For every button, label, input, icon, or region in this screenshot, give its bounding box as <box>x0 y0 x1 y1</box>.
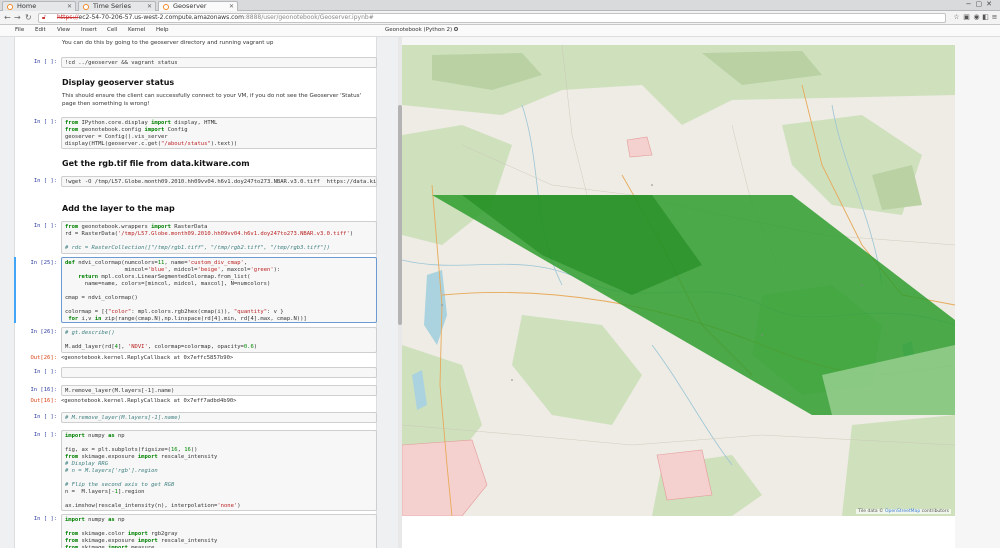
input-prompt: In [ ]: <box>33 432 57 438</box>
code-input[interactable]: !wget -O /tmp/L57.Globe.month09.2010.hh0… <box>61 176 377 187</box>
code-input[interactable]: import numpy as np fig, ax = plt.subplot… <box>61 430 377 511</box>
code-input[interactable]: from geonotebook.wrappers import RasterD… <box>61 221 377 254</box>
input-prompt: In [ ]: <box>33 59 57 65</box>
notebook-panel: You can do this by going to the geoserve… <box>0 37 385 548</box>
input-prompt: In [16]: <box>30 387 58 393</box>
notebook-menubar: File Edit View Insert Cell Kernel Help G… <box>0 25 1000 37</box>
tab-label: Geoserver <box>173 2 207 10</box>
markdown-text: You can do this by going to the geoserve… <box>62 40 274 46</box>
tab-time-series[interactable]: Time Series ✕ <box>78 1 156 11</box>
tab-label: Time Series <box>93 2 131 10</box>
section-heading: Display geoserver status <box>62 78 175 87</box>
url-path: :8888/user/geonotebook/Geoserver.ipynb# <box>243 14 374 21</box>
tab-label: Home <box>17 2 37 10</box>
code-input[interactable] <box>61 367 377 378</box>
kernel-indicator: Geonotebook (Python 2) <box>385 27 459 33</box>
output-text: <geonotebook.kernel.ReplyCallback at 0x7… <box>61 355 234 361</box>
input-prompt: In [ ]: <box>33 414 57 420</box>
browser-menu-icon[interactable]: ≡ <box>990 13 999 22</box>
browser-tab-bar: Home ✕ Time Series ✕ Geoserver ✕ −▢✕ <box>0 0 1000 11</box>
attribution-prefix: Tile data © <box>858 509 884 514</box>
window-controls[interactable]: −▢✕ <box>966 0 996 8</box>
menu-help[interactable]: Help <box>156 27 169 33</box>
tab-geoserver[interactable]: Geoserver ✕ <box>158 1 238 11</box>
extension-icon[interactable]: ◧ <box>981 13 990 22</box>
input-prompt: In [26]: <box>30 329 58 335</box>
code-input[interactable]: # M.remove_layer(M.layers[-1].name) <box>61 412 377 423</box>
geo-map[interactable]: Tile data © OpenStreetMap contributors <box>402 45 955 516</box>
jupyter-favicon-icon <box>83 4 89 10</box>
bookmark-star-icon[interactable]: ☆ <box>952 13 961 22</box>
extension-icon[interactable]: ▣ <box>962 13 971 22</box>
code-input[interactable]: import numpy as np from skimage.color im… <box>61 514 377 548</box>
insecure-lock-icon: 🔓︎ <box>42 14 46 21</box>
output-text: <geonotebook.kernel.ReplyCallback at 0x7… <box>61 398 237 404</box>
menu-cell[interactable]: Cell <box>107 27 117 33</box>
back-icon[interactable]: ← <box>4 13 11 23</box>
menu-edit[interactable]: Edit <box>35 27 46 33</box>
url-field[interactable]: 🔓︎ https://ec2-54-70-206-57.us-west-2.com… <box>38 13 946 23</box>
output-prompt: Out[16]: <box>30 398 58 404</box>
input-prompt: In [ ]: <box>33 223 57 229</box>
markdown-text: This should ensure the client can succes… <box>62 93 362 107</box>
attribution-suffix: contributors <box>921 509 949 514</box>
code-input[interactable]: M.remove_layer(M.layers[-1].name) <box>61 385 377 396</box>
code-input[interactable]: from IPython.core.display import display… <box>61 117 377 149</box>
extension-icon[interactable]: ◉ <box>972 13 981 22</box>
section-heading: Add the layer to the map <box>62 204 175 213</box>
address-toolbar: ← → ↻ 🔓︎ https://ec2-54-70-206-57.us-west… <box>0 11 1000 25</box>
input-prompt: In [25]: <box>30 260 58 266</box>
output-prompt: Out[26]: <box>30 355 58 361</box>
kernel-name: Geonotebook (Python 2) <box>385 27 453 33</box>
input-prompt: In [ ]: <box>33 369 57 375</box>
tab-close-icon[interactable]: ✕ <box>147 2 152 11</box>
menu-kernel[interactable]: Kernel <box>128 27 145 33</box>
map-right-margin <box>955 37 1000 548</box>
map-top-margin <box>402 37 1000 45</box>
menu-insert[interactable]: Insert <box>81 27 97 33</box>
attribution-link[interactable]: OpenStreetMap <box>885 509 920 514</box>
input-prompt: In [ ]: <box>33 178 57 184</box>
map-canvas[interactable] <box>402 45 955 516</box>
kernel-idle-icon <box>454 27 459 31</box>
section-heading: Get the rgb.tif file from data.kitware.c… <box>62 159 250 168</box>
url-host: ec2-54-70-206-57.us-west-2.compute.amazo… <box>78 14 244 21</box>
code-input[interactable]: def ndvi_colormap(numcolors=11, name='cu… <box>61 257 377 323</box>
url-protocol: https:// <box>57 14 79 21</box>
input-prompt: In [ ]: <box>33 516 57 522</box>
tab-close-icon[interactable]: ✕ <box>67 2 72 11</box>
tab-home[interactable]: Home ✕ <box>2 1 76 11</box>
menu-view[interactable]: View <box>57 27 70 33</box>
selection-bar <box>14 257 16 323</box>
tab-close-icon[interactable]: ✕ <box>229 2 234 11</box>
reload-icon[interactable]: ↻ <box>25 13 32 23</box>
map-attribution: Tile data © OpenStreetMap contributors <box>856 509 951 514</box>
map-bottom-margin <box>402 516 955 548</box>
code-input[interactable]: !cd ../geoserver && vagrant status <box>61 57 377 68</box>
code-input[interactable]: # gt.describe() M.add_layer(rd[4], 'NDVI… <box>61 327 377 353</box>
jupyter-favicon-icon <box>7 4 13 10</box>
menu-file[interactable]: File <box>15 27 24 33</box>
jupyter-favicon-icon <box>163 4 169 10</box>
forward-icon[interactable]: → <box>14 13 21 23</box>
input-prompt: In [ ]: <box>33 119 57 125</box>
